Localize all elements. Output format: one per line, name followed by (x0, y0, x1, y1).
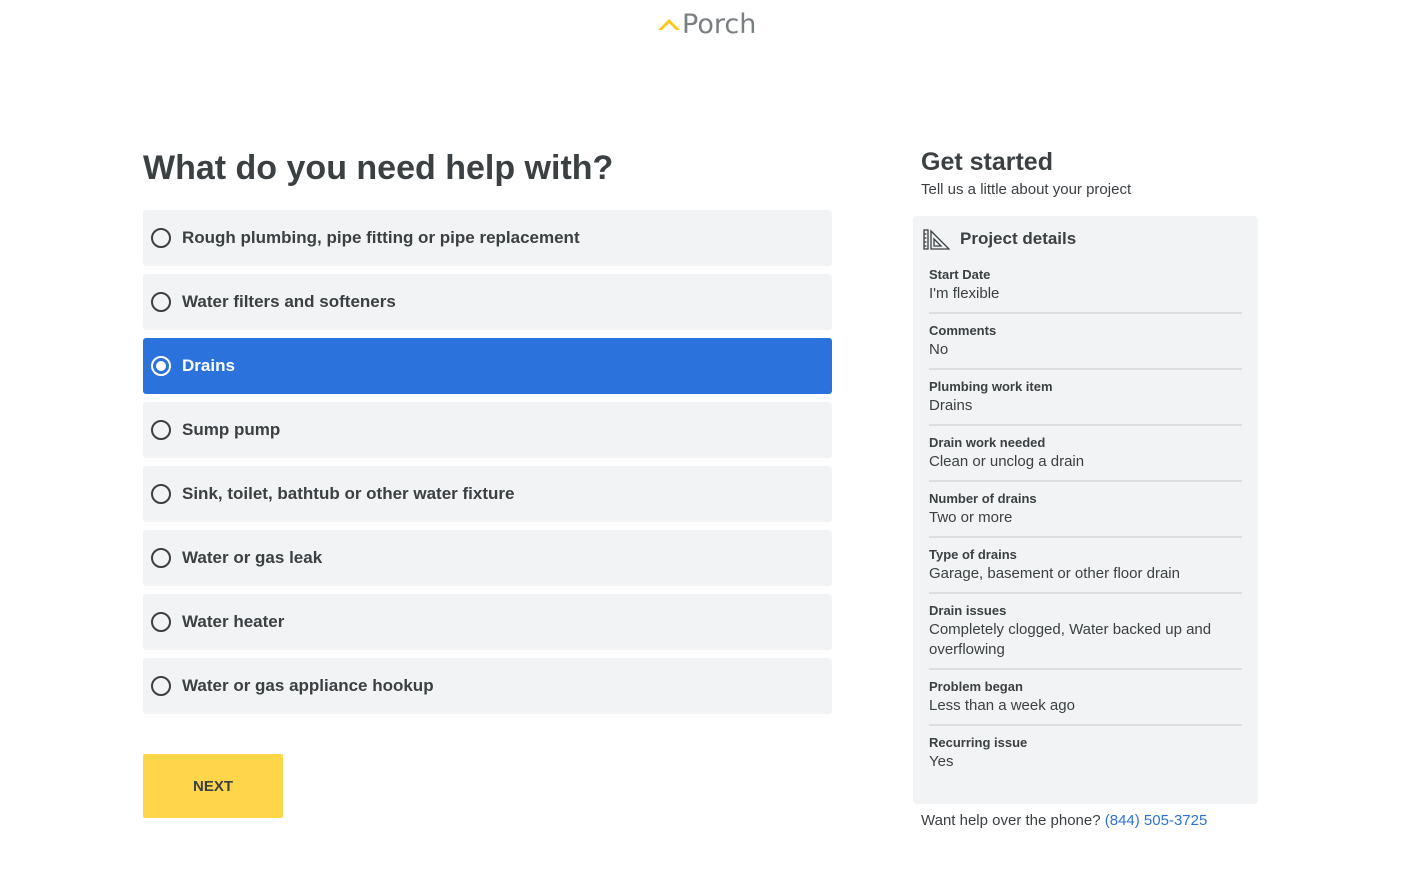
radio-button[interactable] (151, 548, 171, 568)
option-label: Sink, toilet, bathtub or other water fix… (182, 484, 515, 503)
question-section: What do you need help with? Rough plumbi… (143, 146, 833, 818)
detail-problem-began: Problem began Less than a week ago (929, 676, 1242, 726)
detail-number-of-drains: Number of drains Two or more (929, 488, 1242, 538)
detail-value: No (929, 341, 949, 358)
detail-drain-issues: Drain issues Completely clogged, Water b… (929, 600, 1242, 670)
radio-button[interactable] (151, 676, 171, 696)
panel-title: Project details (960, 229, 1077, 248)
radio-button-checked[interactable] (151, 356, 171, 376)
detail-comments: Comments No (929, 320, 1242, 370)
header: Porch (0, 0, 1407, 60)
radio-button[interactable] (151, 292, 171, 312)
detail-label: Start Date (929, 267, 991, 282)
detail-value: Yes (929, 753, 954, 770)
option-leak[interactable]: Water or gas leak (143, 530, 832, 586)
detail-recurring-issue: Recurring issue Yes (929, 732, 1242, 780)
option-water-fixture[interactable]: Sink, toilet, bathtub or other water fix… (143, 466, 832, 522)
option-label: Water heater (182, 612, 285, 631)
option-label: Water or gas leak (182, 548, 323, 567)
project-details-panel: Project details Start Date I'm flexible … (913, 216, 1258, 804)
ruler-triangle-icon (923, 229, 950, 250)
detail-drain-work: Drain work needed Clean or unclog a drai… (929, 432, 1242, 482)
details-list: Start Date I'm flexible Comments No Plum… (929, 264, 1242, 786)
option-appliance-hookup[interactable]: Water or gas appliance hookup (143, 658, 832, 714)
logo-text: Porch (682, 8, 757, 40)
detail-label: Drain work needed (929, 435, 1046, 450)
phone-link[interactable]: (844) 505-3725 (1105, 812, 1208, 829)
roof-icon (658, 19, 680, 30)
detail-label: Recurring issue (929, 735, 1028, 750)
option-water-heater[interactable]: Water heater (143, 594, 832, 650)
option-rough-plumbing[interactable]: Rough plumbing, pipe fitting or pipe rep… (143, 210, 832, 266)
detail-label: Drain issues (929, 603, 1007, 618)
detail-label: Problem began (929, 679, 1023, 694)
radio-button[interactable] (151, 228, 171, 248)
detail-type-of-drains: Type of drains Garage, basement or other… (929, 544, 1242, 594)
detail-value: I'm flexible (929, 285, 1000, 302)
option-label: Water or gas appliance hookup (182, 676, 434, 695)
radio-button[interactable] (151, 612, 171, 632)
phone-help: Want help over the phone? (844) 505-3725 (921, 812, 1207, 829)
option-label: Drains (182, 356, 235, 375)
detail-value: Garage, basement or other floor drain (929, 565, 1180, 582)
detail-value: Drains (929, 397, 973, 414)
option-label: Rough plumbing, pipe fitting or pipe rep… (182, 228, 580, 247)
sidebar-title: Get started (921, 148, 1053, 176)
panel-header: Project details (923, 228, 1076, 250)
detail-plumbing-work-item: Plumbing work item Drains (929, 376, 1242, 426)
next-button[interactable]: NEXT (143, 754, 283, 818)
detail-start-date: Start Date I'm flexible (929, 264, 1242, 314)
detail-label: Number of drains (929, 491, 1037, 506)
page-title: What do you need help with? (143, 149, 614, 187)
radio-button[interactable] (151, 484, 171, 504)
detail-label: Plumbing work item (929, 379, 1053, 394)
detail-label: Comments (929, 323, 997, 338)
option-sump-pump[interactable]: Sump pump (143, 402, 832, 458)
detail-value: Two or more (929, 509, 1013, 526)
detail-value: Completely clogged, Water backed up and … (929, 621, 1212, 658)
porch-logo[interactable]: Porch (658, 6, 756, 42)
detail-value: Less than a week ago (929, 697, 1075, 714)
option-label: Sump pump (182, 420, 281, 439)
phone-prompt: Want help over the phone? (921, 812, 1101, 829)
sidebar-subtitle: Tell us a little about your project (921, 181, 1132, 198)
option-drains[interactable]: Drains (143, 338, 832, 394)
option-label: Water filters and softeners (182, 292, 396, 311)
detail-label: Type of drains (929, 547, 1017, 562)
detail-value: Clean or unclog a drain (929, 453, 1085, 470)
options-list: Rough plumbing, pipe fitting or pipe rep… (143, 210, 832, 722)
option-water-filters[interactable]: Water filters and softeners (143, 274, 832, 330)
radio-button[interactable] (151, 420, 171, 440)
